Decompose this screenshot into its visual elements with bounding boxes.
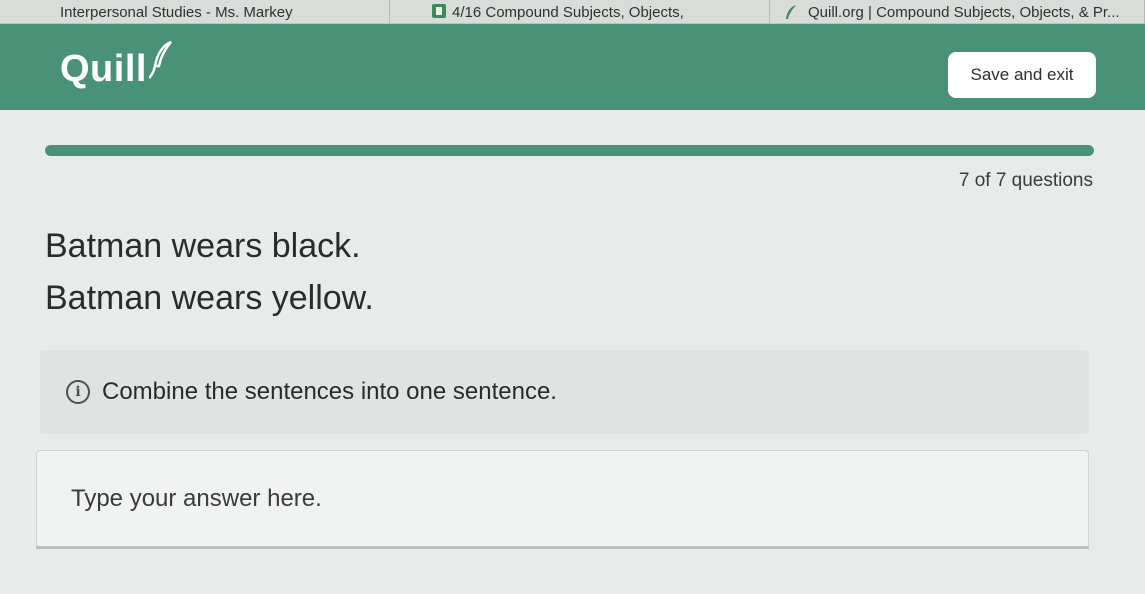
browser-tab-quill[interactable]: Quill.org | Compound Subjects, Objects, … <box>770 0 1145 24</box>
browser-tab-doc[interactable]: 4/16 Compound Subjects, Objects, <box>390 0 770 24</box>
answer-underline <box>36 546 1089 549</box>
progress-fill <box>45 145 1094 156</box>
logo-text: Quill <box>60 48 147 90</box>
tab-title: 4/16 Compound Subjects, Objects, <box>452 3 684 21</box>
quill-feather-icon <box>148 40 175 85</box>
progress-bar <box>45 145 1094 156</box>
quill-logo[interactable]: Quill <box>60 40 175 91</box>
quill-feather-icon <box>784 4 798 19</box>
browser-tab-classroom[interactable]: Interpersonal Studies - Ms. Markey <box>0 0 390 24</box>
instruction-box: i Combine the sentences into one sentenc… <box>40 350 1089 434</box>
browser-tab-strip: Interpersonal Studies - Ms. Markey 4/16 … <box>0 0 1145 24</box>
save-and-exit-button[interactable]: Save and exit <box>948 52 1096 98</box>
question-count: 7 of 7 questions <box>958 170 1093 191</box>
tab-title: Interpersonal Studies - Ms. Markey <box>60 3 293 21</box>
prompt-sentence: Batman wears yellow. <box>45 279 374 317</box>
prompt-sentence: Batman wears black. <box>45 227 361 265</box>
tab-title: Quill.org | Compound Subjects, Objects, … <box>808 3 1120 21</box>
prompt-sentences: Batman wears black. Batman wears yellow. <box>45 220 374 324</box>
answer-input[interactable] <box>36 450 1089 548</box>
instruction-text: Combine the sentences into one sentence. <box>102 378 557 405</box>
doc-icon <box>432 4 446 18</box>
info-icon: i <box>66 380 90 404</box>
quill-header: Quill Save and exit <box>0 24 1145 110</box>
